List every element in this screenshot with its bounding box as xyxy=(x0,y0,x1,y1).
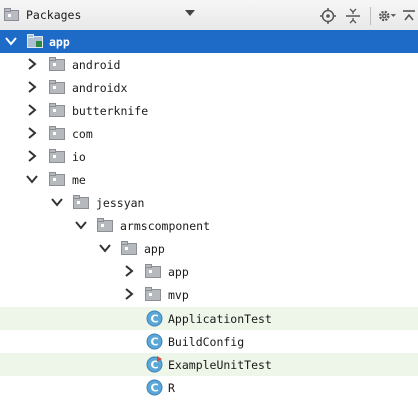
tree-label: BuildConfig xyxy=(168,334,245,349)
package-folder-icon xyxy=(49,80,65,94)
package-folder-icon xyxy=(49,172,65,186)
chevron-right-icon[interactable] xyxy=(25,80,39,94)
tree-label-root: app xyxy=(49,34,70,49)
chevron-down-icon[interactable] xyxy=(25,172,39,186)
tree-row-r[interactable]: C R xyxy=(0,376,418,399)
test-class-icon: C xyxy=(146,356,163,373)
locate-icon[interactable] xyxy=(318,6,338,26)
package-folder-icon xyxy=(145,264,161,278)
class-icon: C xyxy=(146,333,163,350)
package-folder-icon xyxy=(73,195,89,209)
chevron-right-icon[interactable] xyxy=(122,287,136,301)
package-folder-icon xyxy=(49,149,65,163)
tree-row-jessyan[interactable]: jessyan xyxy=(0,191,418,214)
package-folder-icon xyxy=(121,241,137,255)
tree-label: R xyxy=(168,380,175,395)
class-icon: C xyxy=(146,379,163,396)
package-icon xyxy=(4,8,19,21)
chevron-down-icon[interactable] xyxy=(4,34,18,48)
tree-row-me[interactable]: me xyxy=(0,168,418,191)
tree-label: ApplicationTest xyxy=(168,311,272,326)
tree-row-butterknife[interactable]: butterknife xyxy=(0,99,418,122)
chevron-right-icon[interactable] xyxy=(25,57,39,71)
tree-label: androidx xyxy=(72,80,128,95)
chevron-right-icon[interactable] xyxy=(25,149,39,163)
tree-label: app xyxy=(144,241,165,256)
tree-row-app-package[interactable]: app xyxy=(0,237,418,260)
tree-label: ExampleUnitTest xyxy=(168,357,272,372)
tree-label: io xyxy=(72,149,86,164)
tree-label: armscomponent xyxy=(120,218,211,233)
tree-label: com xyxy=(72,126,93,141)
chevron-down-icon[interactable] xyxy=(74,218,88,232)
tree-row-armscomponent[interactable]: armscomponent xyxy=(0,214,418,237)
module-folder-icon xyxy=(27,34,43,48)
hide-panel-icon[interactable] xyxy=(400,6,418,26)
tree-label: app xyxy=(168,264,189,279)
chevron-down-icon[interactable] xyxy=(98,241,112,255)
tree-row-android[interactable]: android xyxy=(0,53,418,76)
tree-label: mvp xyxy=(168,287,189,302)
chevron-down-icon[interactable] xyxy=(185,10,195,16)
package-folder-icon xyxy=(49,126,65,140)
class-icon: C xyxy=(146,310,163,327)
package-folder-icon xyxy=(145,287,161,301)
tree-row-exampleunittest[interactable]: C ExampleUnitTest xyxy=(0,353,418,376)
chevron-down-icon[interactable] xyxy=(50,195,64,209)
tree-row-mvp[interactable]: mvp xyxy=(0,283,418,306)
tree-row-applicationtest[interactable]: C ApplicationTest xyxy=(0,307,418,330)
collapse-all-icon[interactable] xyxy=(343,6,363,26)
svg-text:C: C xyxy=(150,313,158,326)
chevron-right-icon[interactable] xyxy=(122,264,136,278)
tree-row-app-subpackage[interactable]: app xyxy=(0,260,418,283)
toolbar-separator xyxy=(370,7,371,25)
tree-label: me xyxy=(72,172,86,187)
tool-window-header: Packages xyxy=(0,0,418,32)
tree-row-root-app[interactable]: app xyxy=(0,30,418,53)
tree-row-androidx[interactable]: androidx xyxy=(0,76,418,99)
tree-label: butterknife xyxy=(72,103,149,118)
tree-row-com[interactable]: com xyxy=(0,122,418,145)
tree-label: jessyan xyxy=(96,195,145,210)
package-folder-icon xyxy=(49,57,65,71)
tree-row-buildconfig[interactable]: C BuildConfig xyxy=(0,330,418,353)
view-selector[interactable]: Packages xyxy=(4,8,81,22)
chevron-right-icon[interactable] xyxy=(25,103,39,117)
tree-row-io[interactable]: io xyxy=(0,145,418,168)
chevron-right-icon[interactable] xyxy=(25,126,39,140)
svg-text:C: C xyxy=(150,382,158,395)
tree-label: android xyxy=(72,57,121,72)
svg-text:C: C xyxy=(150,336,158,349)
package-folder-icon xyxy=(97,218,113,232)
view-title: Packages xyxy=(26,8,82,22)
gear-icon[interactable] xyxy=(377,6,397,26)
package-folder-icon xyxy=(49,103,65,117)
